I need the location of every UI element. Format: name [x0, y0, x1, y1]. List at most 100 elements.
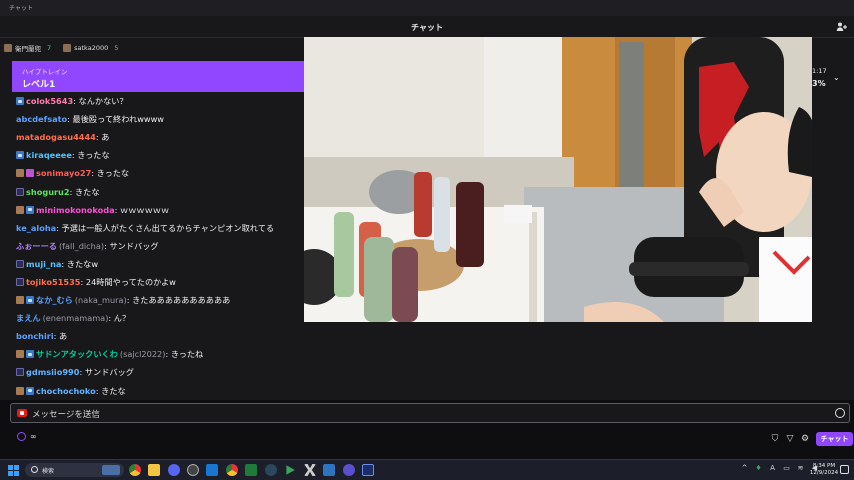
chat-username[interactable]: まえん — [16, 312, 41, 324]
chat-message: なか_むら (naka_mura): きたああああああああああ — [16, 291, 306, 309]
chat-message: muji_na: きたなw — [16, 255, 306, 273]
app-icon-2[interactable] — [343, 464, 355, 476]
video-badge-icon[interactable] — [16, 187, 24, 196]
chat-username[interactable]: minimokonokoda — [36, 205, 115, 215]
taskbar-clock[interactable]: 8:34 PM 12/9/2024 — [808, 463, 840, 477]
windows-start-button[interactable] — [8, 465, 19, 476]
chat-username[interactable]: sonimayo27 — [36, 168, 91, 178]
chat-username-login[interactable]: (sajcl2022) — [120, 349, 166, 359]
chat-username[interactable]: muji_na — [26, 259, 61, 269]
chrome-profile-icon[interactable] — [226, 464, 238, 476]
chat-username[interactable]: tojiko51535 — [26, 277, 81, 287]
chat-username[interactable]: shoguru2 — [26, 187, 70, 197]
hype-progress-panel[interactable]: 1:17 3% ⌄ — [812, 60, 854, 94]
taskbar-search-label: 検索 — [42, 468, 55, 475]
x-app-icon[interactable] — [304, 464, 316, 476]
avatar-badge-icon[interactable] — [16, 169, 24, 178]
gift-leaderboard: 衛門蘭兜 7 satka2000 5 — [4, 42, 130, 54]
subscriber-badge-icon[interactable] — [26, 386, 34, 395]
community-users-icon[interactable] — [836, 21, 848, 33]
chat-message: ふぉーーる (fall_dicha): サンドバッグ — [16, 237, 306, 255]
chat-header: チャット — [0, 16, 854, 38]
chat-send-button[interactable]: チャット — [816, 432, 853, 446]
chevron-down-icon[interactable]: ⌄ — [833, 73, 840, 82]
chat-message-text: : 最後殴って終われwwww — [67, 114, 164, 125]
avatar-badge-icon[interactable] — [16, 205, 24, 214]
chat-message: tojiko51535: 24時間やってたのかよw — [16, 273, 306, 291]
gift-leader-name: 衛門蘭兜 — [15, 45, 41, 53]
gift-badge-icon[interactable] — [26, 169, 34, 178]
subscriber-badge-icon[interactable] — [26, 205, 34, 214]
chat-title: チャット — [411, 23, 443, 32]
chat-message-list: colok5643: なんかない？ abcdefsato: 最後殴って終われwww… — [16, 92, 306, 400]
chat-username[interactable]: chochochoko — [36, 386, 96, 396]
chat-username[interactable]: matadogasu4444 — [16, 132, 96, 142]
taskbar-search[interactable]: 検索 — [25, 463, 124, 477]
channel-points[interactable]: ∞ — [17, 432, 37, 441]
emote-icon[interactable] — [835, 408, 845, 418]
chat-username[interactable]: ke_aloha — [16, 223, 56, 233]
window-titlebar: チャット — [0, 0, 854, 16]
chrome-icon[interactable] — [129, 464, 141, 476]
chat-message: ke_aloha: 予選は一般人がたくさん出てるからチャンピオン取れてる — [16, 219, 306, 237]
input-language-indicator[interactable]: A — [768, 464, 777, 473]
gear-icon[interactable]: ⚙ — [800, 434, 810, 444]
monitor-icon[interactable] — [362, 464, 374, 476]
chat-username[interactable]: abcdefsato — [16, 114, 67, 124]
chat-message-text: : あ — [53, 331, 68, 342]
chat-username[interactable]: colok5643 — [26, 96, 73, 106]
avatar-badge-icon[interactable] — [16, 296, 24, 305]
gift-icon[interactable]: ▽ — [785, 434, 795, 444]
play-icon[interactable] — [286, 465, 295, 475]
app-icon[interactable] — [323, 464, 335, 476]
file-explorer-icon[interactable] — [148, 464, 160, 476]
chat-username[interactable]: gdmsiio990 — [26, 367, 79, 377]
window-title: チャット — [9, 5, 33, 12]
steam-icon[interactable] — [265, 464, 277, 476]
subscriber-badge-icon[interactable] — [26, 296, 34, 305]
obs-icon[interactable] — [187, 464, 199, 476]
chat-message-text: : きったな — [71, 150, 110, 161]
microphone-icon[interactable]: ♦ — [754, 464, 763, 473]
avatar-badge-icon[interactable] — [16, 386, 24, 395]
chat-username-login[interactable]: (fall_dicha) — [59, 241, 104, 251]
subscriber-badge-icon[interactable] — [16, 151, 24, 160]
chat-message-text: : サンドバッグ — [104, 240, 159, 251]
chat-username[interactable]: ふぉーーる — [16, 240, 57, 252]
video-badge-icon[interactable] — [16, 259, 24, 268]
hype-train-banner[interactable]: ハイプトレイン レベル1 — [12, 61, 304, 92]
excel-icon[interactable] — [245, 464, 257, 476]
chat-username-login[interactable]: (naka_mura) — [75, 295, 127, 305]
video-badge-icon[interactable] — [16, 368, 24, 377]
gift-leader-item[interactable]: satka2000 5 — [63, 44, 118, 52]
subscriber-badge-icon[interactable] — [26, 350, 34, 359]
chat-message: kiraqeeee: きったな — [16, 146, 306, 164]
chat-username[interactable]: サドンアタックいくわ — [36, 348, 118, 360]
camera-icon[interactable] — [17, 409, 27, 417]
document-icon[interactable] — [206, 464, 218, 476]
wifi-icon[interactable]: ≋ — [796, 464, 805, 473]
shield-icon[interactable]: ⛉ — [770, 434, 780, 444]
display-icon[interactable]: ▭ — [782, 464, 791, 473]
search-icon — [31, 466, 38, 473]
chat-message: bonchiri: あ — [16, 327, 306, 345]
chat-username[interactable]: kiraqeeee — [26, 150, 72, 160]
chat-message: chochochoko: きたな — [16, 382, 306, 400]
search-highlight-icon — [102, 465, 120, 475]
video-player[interactable] — [304, 37, 812, 322]
avatar-badge-icon[interactable] — [16, 350, 24, 359]
subscriber-badge-icon[interactable] — [16, 97, 24, 106]
chat-message-text: : きったね — [165, 349, 204, 360]
chat-message: まえん (enenmamama): ん？ — [16, 309, 306, 327]
chat-username[interactable]: なか_むら — [36, 294, 73, 306]
gift-leader-item[interactable]: 衛門蘭兜 7 — [4, 43, 51, 53]
chevron-up-icon[interactable]: ^ — [740, 464, 749, 473]
chat-username-login[interactable]: (enenmamama) — [43, 313, 109, 323]
notification-icon[interactable] — [840, 465, 849, 474]
chat-input[interactable]: メッセージを送信 — [10, 403, 850, 423]
chat-message-text: : きったな — [91, 168, 130, 179]
video-badge-icon[interactable] — [16, 277, 24, 286]
discord-icon[interactable] — [168, 464, 180, 476]
clock-date: 12/9/2024 — [809, 470, 839, 476]
chat-username[interactable]: bonchiri — [16, 331, 54, 341]
